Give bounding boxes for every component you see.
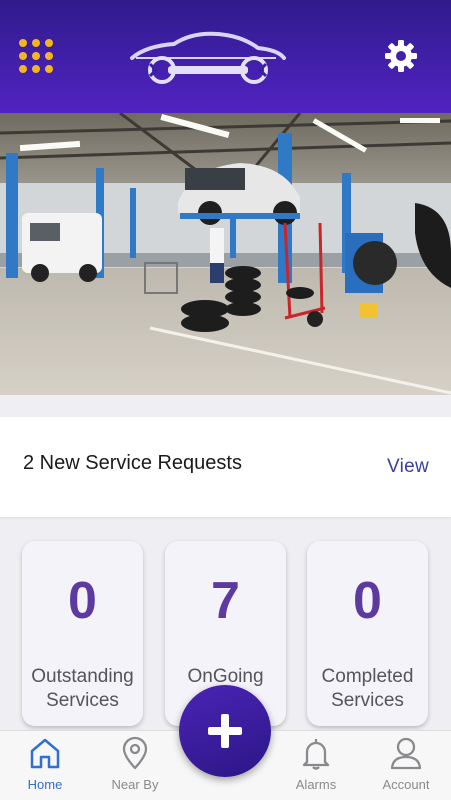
grid-menu-icon[interactable] xyxy=(19,39,57,75)
outstanding-label: Outstanding Services xyxy=(31,666,134,711)
bell-icon xyxy=(302,739,330,770)
add-request-button[interactable] xyxy=(179,685,271,777)
service-requests-text: 2 New Service Requests xyxy=(23,452,242,474)
user-icon xyxy=(390,737,422,770)
tab-near-by-label: Near By xyxy=(111,777,159,792)
tab-alarms-label: Alarms xyxy=(295,777,337,792)
completed-count: 0 xyxy=(353,572,382,630)
location-pin-icon xyxy=(122,736,148,770)
tab-home-label: Home xyxy=(27,777,63,792)
app-header xyxy=(0,0,451,113)
tab-home[interactable]: Home xyxy=(5,736,85,792)
view-requests-link[interactable]: View xyxy=(387,456,429,478)
completed-label: Completed Services xyxy=(321,666,414,711)
tab-near-by[interactable]: Near By xyxy=(95,736,175,792)
tab-account-label: Account xyxy=(382,777,430,792)
gear-icon[interactable] xyxy=(383,38,419,74)
ongoing-count: 7 xyxy=(211,572,240,630)
home-icon xyxy=(30,738,60,769)
auto-repair-garage-photo xyxy=(0,113,451,395)
completed-services-card[interactable]: 0 Completed Services xyxy=(307,541,428,726)
outstanding-services-card[interactable]: 0 Outstanding Services xyxy=(22,541,143,726)
car-wrench-logo xyxy=(130,31,286,84)
tab-alarms[interactable]: Alarms xyxy=(276,736,356,792)
outstanding-count: 0 xyxy=(68,572,97,630)
tab-account[interactable]: Account xyxy=(366,736,446,792)
